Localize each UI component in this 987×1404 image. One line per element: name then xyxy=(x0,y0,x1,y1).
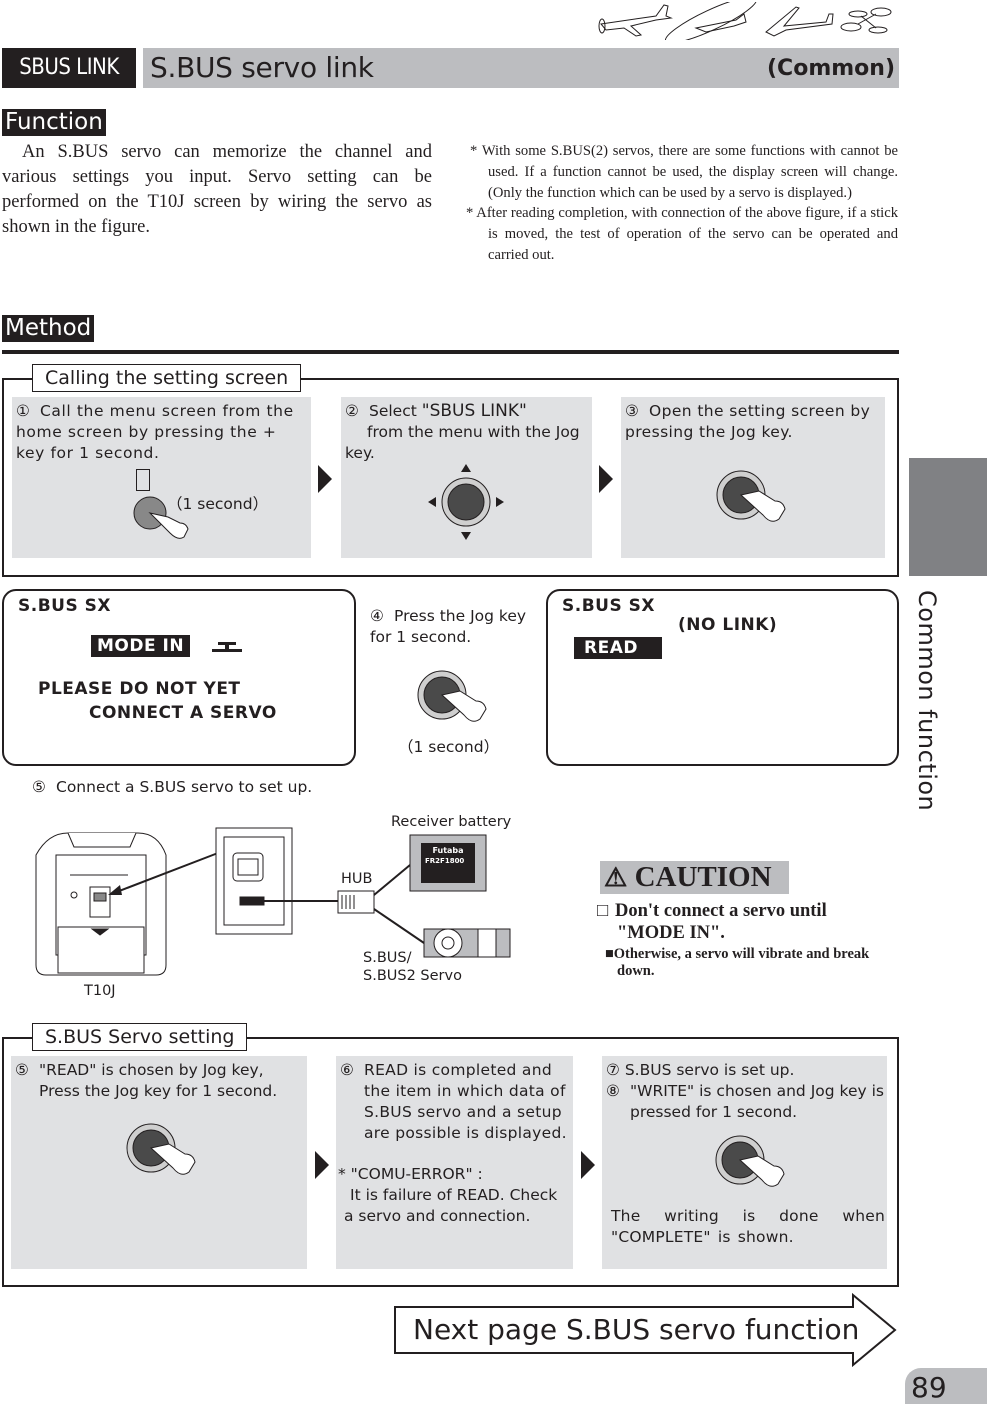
method-heading: Method xyxy=(2,315,95,342)
caution-heading: ⚠ CAUTION xyxy=(600,861,789,894)
next-page-link[interactable]: Next page S.BUS servo function xyxy=(413,1311,859,1349)
read-menu-item: READ xyxy=(574,637,662,659)
servo-label-line-1: S.BUS/ xyxy=(363,950,412,966)
function-heading: Function xyxy=(2,109,106,136)
function-description: An S.BUS servo can memorize the channel … xyxy=(2,142,432,237)
lcd-screen-no-link: S.BUS SX (NO LINK) READ xyxy=(546,589,899,766)
servo-step-5-text: ⑤ "READ" is chosen by Jog key, Press the … xyxy=(15,1061,278,1100)
sif-adapter-illustration xyxy=(215,827,293,935)
battery-brand: Futaba xyxy=(432,846,463,855)
caution-main: □ Don't connect a servo until "MODE IN". xyxy=(597,901,827,943)
servo-step-8-text: ⑧ "WRITE" is chosen and Jog key is presse… xyxy=(606,1082,884,1121)
hub-label: HUB xyxy=(341,871,373,887)
step-4-caption: （1 second） xyxy=(398,738,500,756)
step-1-caption: （1 second） xyxy=(167,495,269,513)
category-label: (Common) xyxy=(767,56,895,81)
function-notes: * With some S.BUS(2) servos, there are s… xyxy=(466,141,898,266)
step-2-text: ② Select "SBUS LINK" from the menu with t… xyxy=(345,401,580,462)
receiver-battery-illustration: Futaba FR2F1800 xyxy=(409,834,487,892)
arrow-6-7 xyxy=(581,1151,595,1179)
hub-illustration xyxy=(337,890,375,914)
mode-in-indicator: MODE IN xyxy=(91,635,191,657)
lcd-screen-mode-in: S.BUS SX MODE IN PLEASE DO NOT YET CONNE… xyxy=(2,589,356,766)
link-status: (NO LINK) xyxy=(678,615,778,635)
transmitter-illustration xyxy=(35,832,167,976)
comu-error-heading: * "COMU-ERROR" : xyxy=(338,1165,483,1183)
calling-frame-title: Calling the setting screen xyxy=(32,364,302,392)
servo-label-line-2: S.BUS2 Servo xyxy=(363,968,462,984)
side-tab-marker xyxy=(909,458,987,576)
step-4-text: ④ Press the Jog key for 1 second. xyxy=(370,607,527,646)
note-2: * After reading completion, with connect… xyxy=(466,205,898,263)
warning-triangle-icon: ⚠ xyxy=(604,863,628,892)
side-tab-label: Common function xyxy=(913,590,941,812)
servo-step-5-box: ⑤ "READ" is chosen by Jog key, Press the … xyxy=(11,1056,307,1269)
arrow-2-3 xyxy=(599,465,613,493)
caution-sub: ■Otherwise, a servo will vibrate and bre… xyxy=(605,946,870,979)
press-jog-key-icon xyxy=(715,1135,785,1187)
servo-step-6-box: ⑥ READ is completed and the item in which… xyxy=(336,1056,573,1269)
lcd-2-header: S.BUS SX xyxy=(562,596,655,616)
battery-model: FR2F1800 xyxy=(425,857,464,865)
connection-diagram: Futaba FR2F1800 xyxy=(35,827,511,976)
receiver-battery-label: Receiver battery xyxy=(391,814,512,830)
press-jog-key-icon xyxy=(716,470,786,522)
comu-error-description: It is failure of READ. Check a servo and… xyxy=(344,1186,558,1225)
servo-step-7-8-box: ⑦ S.BUS servo is set up. ⑧ "WRITE" is cho… xyxy=(602,1056,887,1269)
step-2-box: ② Select "SBUS LINK" from the menu with t… xyxy=(341,397,592,558)
function-tag: SBUS LINK xyxy=(2,48,136,88)
arrow-1-2 xyxy=(318,465,332,493)
transmitter-label: T10J xyxy=(84,983,116,999)
note-1: * With some S.BUS(2) servos, there are s… xyxy=(470,143,898,201)
aircraft-illustrations xyxy=(598,2,892,40)
write-complete-text: The writing is done when "COMPLETE" is s… xyxy=(611,1207,885,1246)
divider xyxy=(2,350,899,354)
step-5-connect-text: ⑤ Connect a S.BUS servo to set up. xyxy=(32,778,313,796)
page-number: 89 xyxy=(905,1368,987,1404)
press-jog-key-icon xyxy=(126,1123,196,1175)
step-1-text: ① Call the menu screen from the home scre… xyxy=(16,402,294,462)
page-title: S.BUS servo link xyxy=(150,51,374,84)
servo-step-7-text: ⑦ S.BUS servo is set up. xyxy=(606,1061,795,1079)
step-1-box: ① Call the menu screen from the home scre… xyxy=(12,397,311,558)
lcd-1-warning-line-2: CONNECT A SERVO xyxy=(89,703,277,723)
connector-icon xyxy=(212,642,242,652)
press-jog-key-icon xyxy=(417,670,487,722)
servo-setting-title: S.BUS Servo setting xyxy=(32,1023,248,1051)
step-3-text: ③ Open the setting screen by pressing the… xyxy=(625,402,871,441)
plus-key-icon xyxy=(136,469,150,491)
step-3-box: ③ Open the setting screen by pressing the… xyxy=(621,397,885,558)
servo-illustration xyxy=(423,928,511,958)
lcd-1-warning-line-1: PLEASE DO NOT YET xyxy=(38,679,241,699)
servo-step-6-text: ⑥ READ is completed and the item in which… xyxy=(340,1061,567,1142)
jog-key-directional-icon xyxy=(428,464,504,540)
arrow-5-6 xyxy=(315,1151,329,1179)
lcd-1-header: S.BUS SX xyxy=(18,596,111,616)
